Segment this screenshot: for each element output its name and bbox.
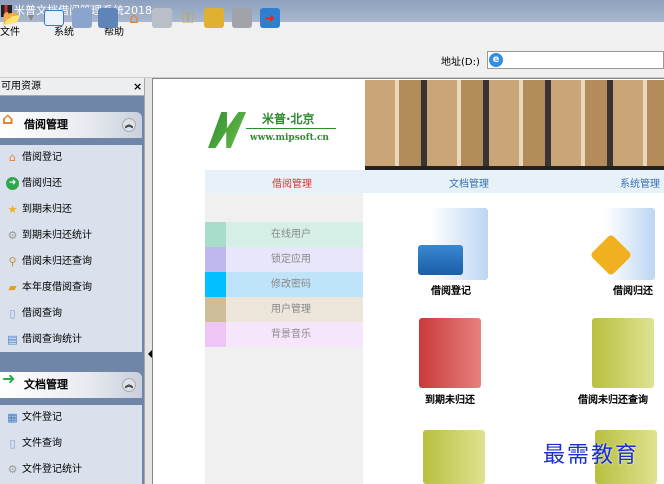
address-input[interactable] <box>487 51 664 69</box>
folder-arrow-icon: ➜ <box>2 369 16 388</box>
document-search-icon: ▯ <box>9 437 16 450</box>
group-title: 文档管理 <box>24 378 68 391</box>
side-item-lock-app[interactable]: 锁定应用 <box>205 247 363 272</box>
group-document-header[interactable]: ➜ 文档管理 ︽ <box>0 369 142 398</box>
browser-icon: e <box>489 53 503 67</box>
keys-icon[interactable]: ⚿ <box>178 8 198 28</box>
nav-item[interactable]: ★ 到期未归还 <box>0 197 142 223</box>
tab-document[interactable]: 文档管理 <box>449 175 489 190</box>
home-icon[interactable]: ⌂ <box>124 8 144 28</box>
banner-photo <box>365 80 664 170</box>
gear-icon: ⚙ <box>7 463 18 476</box>
tab-system[interactable]: 系统管理 <box>620 175 660 190</box>
dropdown-arrow-icon[interactable]: ▼ <box>26 8 36 28</box>
group-title: 借阅管理 <box>24 118 68 131</box>
exit-door-icon[interactable]: ➜ <box>260 8 280 28</box>
clock-binder-icon[interactable] <box>423 430 485 484</box>
logo-name: 米普·北京 <box>262 112 315 126</box>
side-item-user-management[interactable]: 用户管理 <box>205 297 363 322</box>
user-lock-icon[interactable] <box>232 8 252 28</box>
nav-item[interactable]: ⌂ 借阅登记 <box>0 145 142 171</box>
home-icon: ⌂ <box>2 109 14 128</box>
panel-splitter[interactable] <box>144 78 152 484</box>
panel-title: 可用资源 <box>0 78 144 96</box>
close-panel-button[interactable]: × <box>133 78 142 96</box>
logo-url: www.mipsoft.cn <box>250 133 329 143</box>
func-borrow-register[interactable]: 借阅登记 <box>401 282 501 297</box>
collapse-icon[interactable]: ︽ <box>122 118 136 132</box>
open-folder-icon[interactable]: 📂 <box>2 8 22 28</box>
address-label: 地址(D:) <box>441 57 480 68</box>
borrow-items: ⌂ 借阅登记 ➜ 借阅归还 ★ 到期未归还 ⚙ 到期未归还统计 ⚲ 借阅未归还查询 ▰ 本年… <box>0 145 142 352</box>
side-item-background-music[interactable]: 背景音乐 <box>205 322 363 347</box>
collapse-icon[interactable]: ︽ <box>122 378 136 392</box>
watermark: 最需教育 <box>543 443 640 468</box>
func-borrow-return[interactable]: 借阅归还 <box>583 282 664 297</box>
alert-binder-icon[interactable] <box>592 318 654 388</box>
grid-icon: ▦ <box>7 411 18 424</box>
computer-icon[interactable] <box>72 8 92 28</box>
side-item-online-users[interactable]: 在线用户 <box>205 222 363 247</box>
nav-item[interactable]: ⚙ 文件登记统计 <box>0 457 142 483</box>
nav-item[interactable]: ⚲ 借阅未归还查询 <box>0 249 142 275</box>
list-view-icon[interactable] <box>44 10 64 26</box>
spreadsheet-icon[interactable] <box>98 8 118 28</box>
tab-borrow[interactable]: 借阅管理 <box>272 175 312 190</box>
nav-item[interactable]: ▰ 本年度借阅查询 <box>0 275 142 301</box>
nav-item[interactable]: ▦ 文件登记 <box>0 405 142 431</box>
func-unreturned-query[interactable]: 借阅未归还查询 <box>578 391 664 406</box>
printer-icon[interactable] <box>152 8 172 28</box>
arrow-right-icon: ➜ <box>6 177 19 190</box>
gear-icon: ⚙ <box>7 229 18 242</box>
group-borrow-header[interactable]: ⌂ 借阅管理 ︽ <box>0 109 142 138</box>
red-binder-icon[interactable] <box>419 318 481 388</box>
document-items: ▦ 文件登记 ▯ 文件查询 ⚙ 文件登记统计 <box>0 405 142 484</box>
folder-icon: ▰ <box>8 281 17 294</box>
nav-item[interactable]: ▯ 文件查询 <box>0 431 142 457</box>
func-overdue[interactable]: 到期未归还 <box>400 391 500 406</box>
side-item-change-password[interactable]: 修改密码 <box>205 272 363 297</box>
document-search-icon: ▯ <box>9 307 16 320</box>
home-icon: ⌂ <box>9 151 16 164</box>
nav-item[interactable]: ➜ 借阅归还 <box>0 171 142 197</box>
search-icon: ⚲ <box>8 255 17 268</box>
folder-icon <box>418 245 463 275</box>
nav-item[interactable]: ▯ 借阅查询 <box>0 301 142 327</box>
star-icon: ★ <box>7 203 18 216</box>
nav-item[interactable]: ▤ 借阅查询统计 <box>0 327 142 353</box>
nav-item[interactable]: ⚙ 到期未归还统计 <box>0 223 142 249</box>
report-icon: ▤ <box>7 333 18 346</box>
lock-icon[interactable] <box>204 8 224 28</box>
logo-divider <box>246 128 336 129</box>
